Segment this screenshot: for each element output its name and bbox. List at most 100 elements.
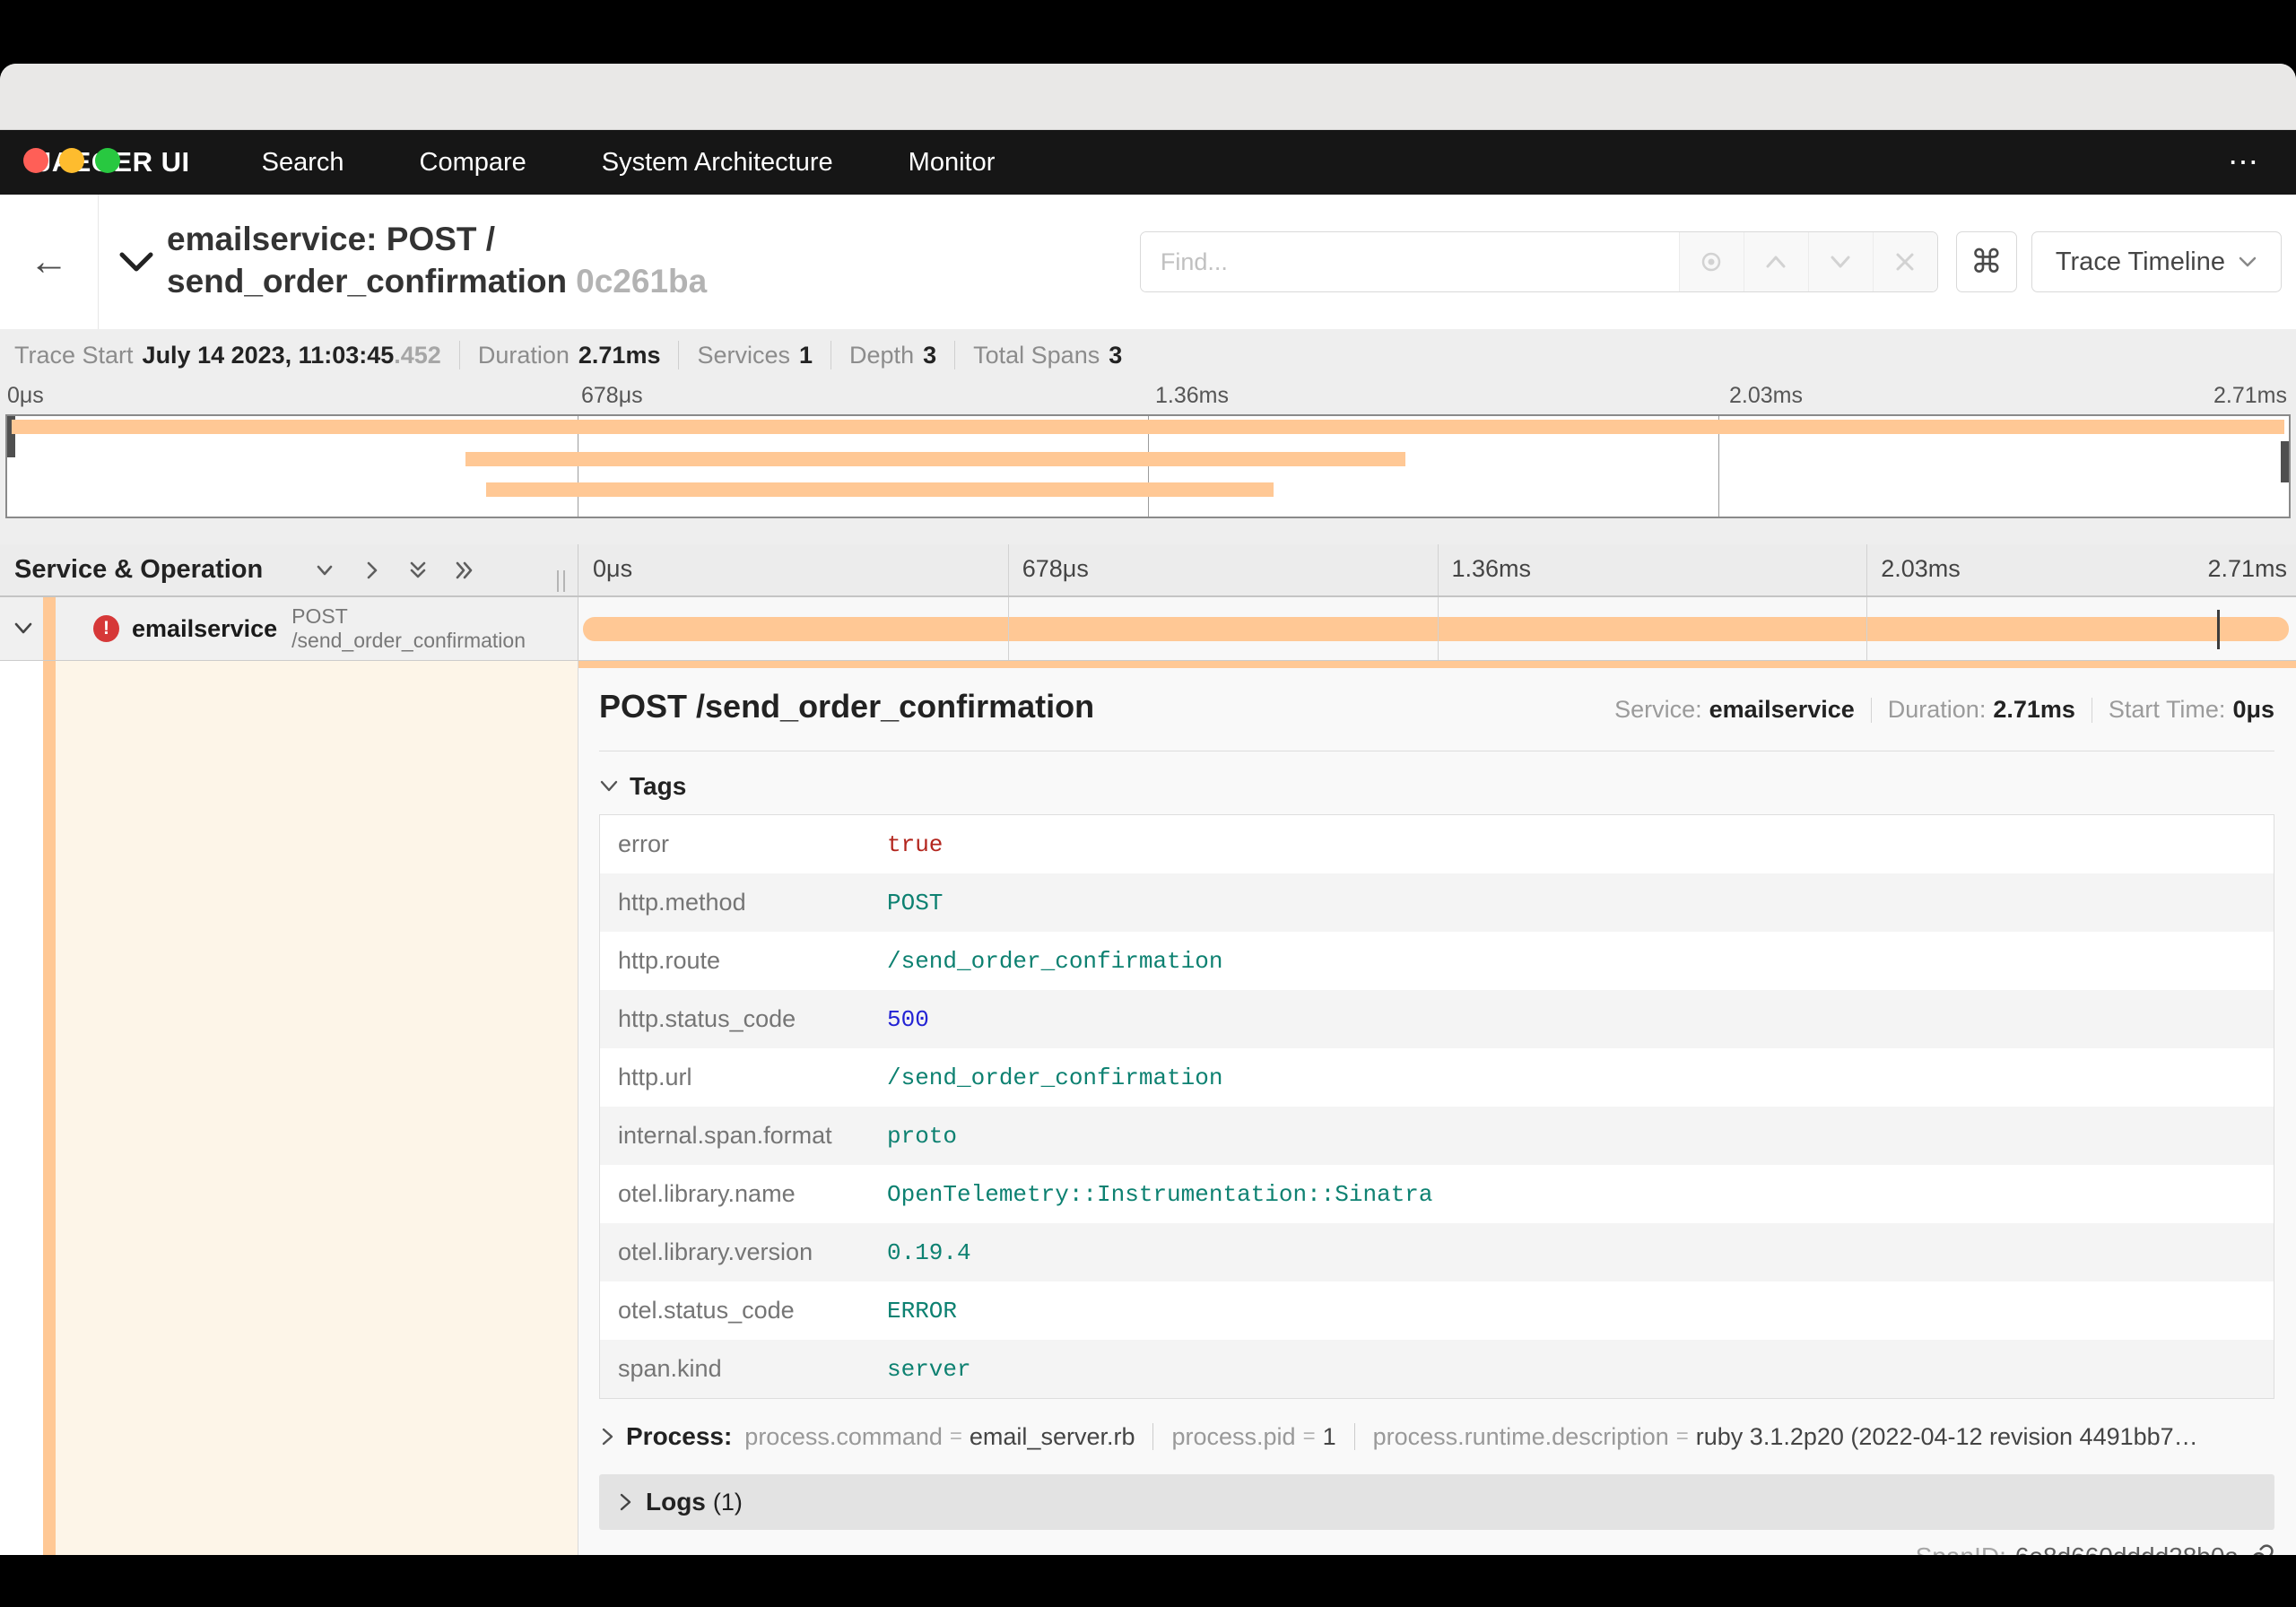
tag-value: /send_order_confirmation	[887, 947, 1223, 975]
tag-key: span.kind	[618, 1355, 722, 1382]
span-id-row: SpanID: 6e8d660dddd28b0a	[599, 1539, 2274, 1555]
trace-title-line1: emailservice: POST /	[167, 221, 496, 257]
tag-key: http.route	[618, 947, 721, 974]
span-detail-zone: POST /send_order_confirmation Service: e…	[0, 661, 2296, 1555]
timeline-gridline	[1866, 597, 1868, 660]
locate-button[interactable]	[1678, 232, 1744, 291]
close-window-button[interactable]	[23, 148, 48, 173]
trace-view-selector[interactable]: Trace Timeline	[2031, 231, 2282, 292]
tag-key: http.method	[618, 889, 746, 916]
tag-value: proto	[887, 1122, 958, 1150]
tag-row[interactable]: http.route/send_order_confirmation	[600, 932, 2274, 990]
tag-row[interactable]: error true	[600, 815, 2274, 873]
collapse-deep-icon[interactable]	[406, 559, 430, 582]
tag-value: /send_order_confirmation	[887, 1064, 1223, 1091]
minimap-right-handle[interactable]	[2281, 441, 2289, 482]
tag-row[interactable]: http.method POST	[600, 873, 2274, 932]
row-collapse-toggle[interactable]	[13, 621, 34, 636]
tag-row[interactable]: otel.library.name OpenTelemetry::Instrume…	[600, 1165, 2274, 1223]
nav-item-system-architecture[interactable]: System Architecture	[602, 148, 833, 178]
tag-key: otel.library.version	[618, 1238, 813, 1265]
service-operation-header: Service & Operation	[0, 544, 578, 595]
trace-title-line2: send_order_confirmation	[167, 263, 568, 300]
trace-id: 0c261ba	[576, 263, 708, 300]
detail-left-column	[0, 661, 578, 1555]
minimize-window-button[interactable]	[59, 148, 84, 173]
collapse-title-toggle[interactable]	[118, 195, 154, 329]
next-match-button[interactable]	[1807, 232, 1873, 291]
divider	[1152, 1423, 1154, 1450]
prev-match-button[interactable]	[1743, 232, 1808, 291]
tag-row[interactable]: internal.span.format proto	[600, 1107, 2274, 1165]
collapse-all-icon[interactable]	[313, 559, 336, 582]
tag-key: http.status_code	[618, 1005, 796, 1032]
service-color-strip	[43, 597, 56, 660]
tag-row[interactable]: http.status_code 500	[600, 990, 2274, 1048]
back-button[interactable]: ←	[0, 195, 99, 329]
find-group	[1139, 231, 1938, 292]
minimap-ruler: 0μs 678μs 1.36ms 2.03ms 2.71ms	[0, 381, 2296, 414]
span-id-value: 6e8d660dddd28b0a	[2015, 1542, 2239, 1555]
trace-start: Trace Start July 14 2023, 11:03:45.452	[14, 342, 459, 369]
chevron-down-icon	[600, 780, 618, 792]
command-icon: ⌘	[1970, 243, 2003, 280]
tag-value: server	[887, 1355, 971, 1383]
timeline-gridline	[1437, 544, 1439, 595]
expand-all-icon[interactable]	[453, 559, 476, 582]
trace-start-fraction: .452	[394, 341, 441, 369]
service-operation-title: Service & Operation	[14, 555, 264, 584]
trace-title: emailservice: POST / send_order_confirma…	[167, 195, 707, 329]
trace-minimap[interactable]	[5, 414, 2291, 518]
nav-items: Search Compare System Architecture Monitor	[262, 148, 1071, 178]
trace-services: Services 1	[679, 342, 831, 369]
span-row-timeline-cell[interactable]	[578, 597, 2296, 660]
depth-label: Depth	[849, 341, 915, 369]
span-duration-bar[interactable]	[582, 617, 2290, 641]
column-resize-grip[interactable]	[557, 570, 565, 592]
find-input[interactable]	[1140, 232, 1679, 291]
tag-row[interactable]: http.url/send_order_confirmation	[600, 1048, 2274, 1107]
nav-overflow-icon[interactable]: ⋯	[2228, 144, 2260, 180]
chevron-down-icon	[2239, 256, 2257, 267]
tag-row[interactable]: otel.status_code ERROR	[600, 1281, 2274, 1340]
minimap-wrap	[0, 414, 2296, 518]
span-row-name-cell[interactable]: ! emailservice POST /send_order_confirma…	[0, 597, 578, 660]
trace-summary-bar: Trace Start July 14 2023, 11:03:45.452 D…	[0, 329, 2296, 381]
nav-item-search[interactable]: Search	[262, 148, 344, 178]
duration-value: 2.71ms	[1993, 696, 2075, 723]
expand-one-icon[interactable]	[360, 559, 383, 582]
span-row[interactable]: ! emailservice POST /send_order_confirma…	[0, 597, 2296, 661]
logs-label: Logs	[646, 1488, 706, 1516]
nav-item-monitor[interactable]: Monitor	[909, 148, 996, 178]
link-icon[interactable]	[2248, 1543, 2274, 1555]
nav-item-compare[interactable]: Compare	[420, 148, 526, 178]
equals-sign: =	[949, 1424, 962, 1448]
tag-row[interactable]: span.kind server	[600, 1340, 2274, 1398]
duration-label: Duration:	[1887, 696, 1987, 723]
logs-count: (1)	[712, 1488, 743, 1516]
browser-window: JAEGER UI SearchCompareSystem Architectu…	[0, 64, 2296, 1555]
process-label: Process:	[626, 1422, 733, 1450]
span-log-marker[interactable]	[2216, 610, 2220, 649]
keyboard-shortcuts-button[interactable]: ⌘	[1955, 231, 2017, 292]
trace-header: ← emailservice: POST / send_order_confir…	[0, 195, 2296, 329]
bottom-letterbox	[0, 1555, 2296, 1607]
tags-accordion-toggle[interactable]: Tags	[599, 771, 2274, 802]
equals-sign: =	[1302, 1424, 1316, 1448]
chevron-up-icon	[1766, 256, 1786, 268]
minimap-span-bar	[12, 420, 2284, 434]
divider	[1353, 1423, 1355, 1450]
process-value: 1	[1322, 1422, 1336, 1450]
tag-row[interactable]: otel.library.version 0.19.4	[600, 1223, 2274, 1281]
process-accordion-toggle[interactable]: Process: process.command = email_server.rb…	[599, 1415, 2274, 1458]
tag-key: otel.status_code	[618, 1297, 795, 1324]
clear-find-button[interactable]	[1872, 232, 1937, 291]
logs-accordion-toggle[interactable]: Logs (1)	[599, 1474, 2274, 1530]
tag-key: internal.span.format	[618, 1122, 832, 1149]
zoom-window-button[interactable]	[95, 148, 120, 173]
trace-start-value: July 14 2023, 11:03:45	[142, 341, 395, 369]
span-detail-header: POST /send_order_confirmation Service: e…	[599, 688, 2274, 727]
timeline-tick-label: 2.71ms	[2207, 555, 2287, 582]
expanded-row-highlight	[56, 661, 578, 1555]
macos-titlebar	[0, 64, 2296, 173]
